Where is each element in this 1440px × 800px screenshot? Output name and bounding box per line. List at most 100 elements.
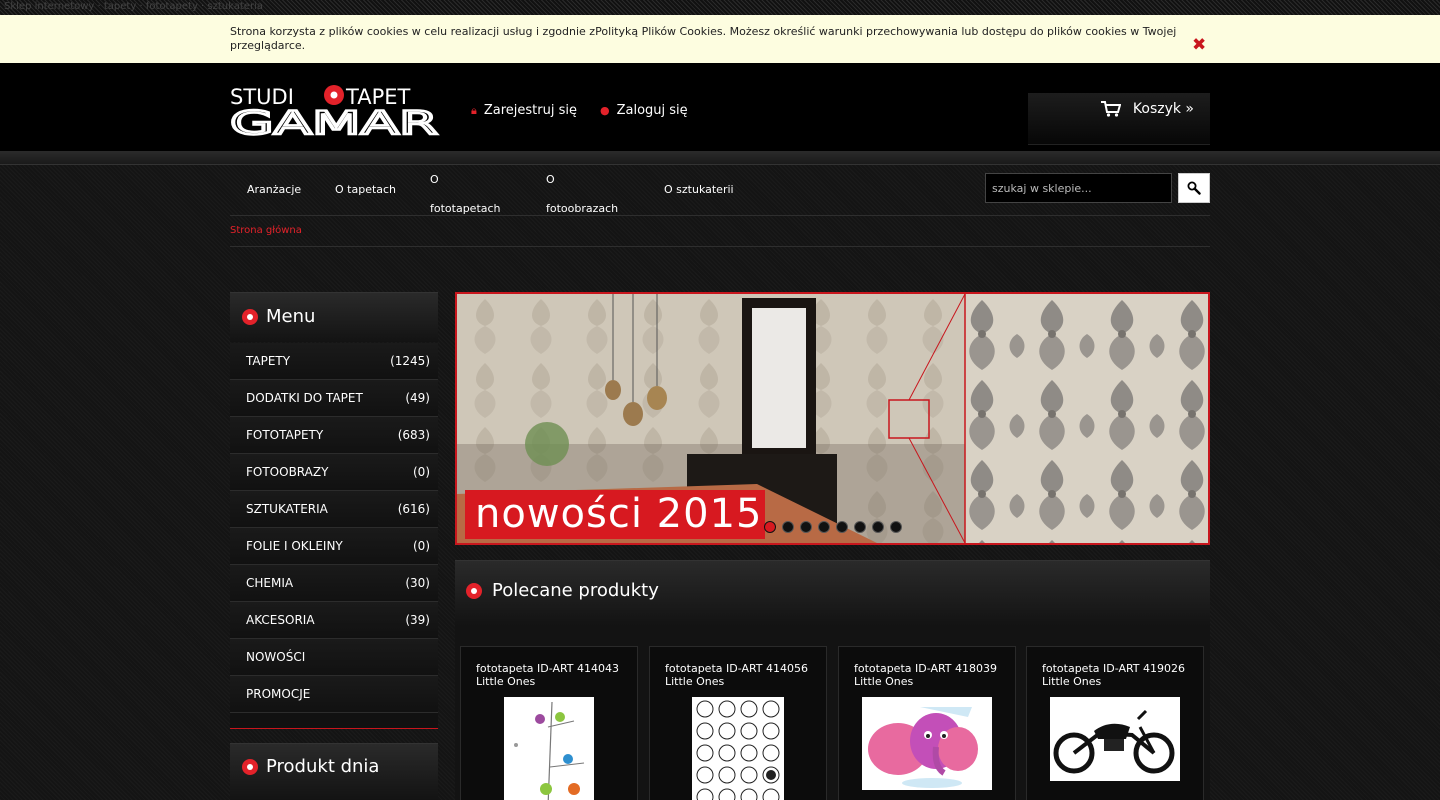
product-card[interactable]: fototapeta ID-ART 419026 Little Ones [1026,646,1204,800]
slider-dot[interactable] [854,521,866,533]
close-icon[interactable]: ✖ [1192,37,1206,54]
menu-item-label: PROMOCJE [246,687,311,701]
menu-item-nowosci[interactable]: NOWOŚCI [230,639,438,676]
menu-item-label: FOTOOBRAZY [246,465,329,479]
menu-item-count: (49) [405,391,430,405]
logo[interactable]: STUDI TAPET GAMAR [230,83,440,139]
slider-dot[interactable] [818,521,830,533]
cart-box[interactable]: Koszyk » [1028,93,1210,145]
nav-item-o-tapetach[interactable]: O tapetach [335,175,396,204]
bullet-icon [242,758,258,775]
menu-item-count: (0) [413,465,430,479]
hero-banner[interactable]: nowości 2015 [455,292,1210,545]
cart-label: Koszyk » [1132,101,1194,117]
product-image[interactable] [692,697,784,800]
slider-dot[interactable] [872,521,884,533]
featured-title: Polecane produkty [466,580,659,601]
featured-title-text: Polecane produkty [492,580,659,601]
product-of-day-title-text: Produkt dnia [266,756,380,777]
nav-item-o-fotoobrazach-line1: O [546,173,555,186]
birds-tree-image [514,701,585,800]
menu-item-akcesoria[interactable]: AKCESORIA (39) [230,602,438,639]
cart-button[interactable]: Koszyk » [1100,101,1194,117]
product-card[interactable]: fototapeta ID-ART 414056 Little Ones [649,646,827,800]
menu-item-label: TAPETY [246,354,291,368]
register-link[interactable]: 🔒︎ Zarejestruj się [471,103,577,118]
cookie-policy-link[interactable]: Polityką Plików Cookies [595,25,723,38]
bullet-icon [242,308,258,325]
menu-footer [230,713,438,729]
menu-item-label: SZTUKATERIA [246,502,328,516]
cookie-message: Strona korzysta z plików cookies w celu … [230,25,1185,53]
product-card[interactable]: fototapeta ID-ART 418039 Little Ones [838,646,1016,800]
menu-item-label: CHEMIA [246,576,294,590]
banner-caption: nowości 2015 [465,490,765,539]
menu-item-label: NOWOŚCI [246,650,306,664]
product-image[interactable] [862,697,992,790]
product-card[interactable]: fototapeta ID-ART 414043 Little Ones [460,646,638,800]
register-label: Zarejestruj się [483,103,577,118]
login-link[interactable]: ● Zaloguj się [600,103,688,118]
motorcycle-image [1053,709,1175,774]
menu-item-tapety[interactable]: TAPETY (1245) [230,343,438,380]
menu-item-chemia[interactable]: CHEMIA (30) [230,565,438,602]
product-title[interactable]: fototapeta ID-ART 418039 Little Ones [854,662,1014,688]
menu-title: Menu [242,306,315,327]
slider-dot[interactable] [800,521,812,533]
logo-line2: GAMAR [230,104,438,139]
login-label: Zaloguj się [616,103,688,118]
bullet-icon [466,582,482,599]
menu-item-count: (1245) [390,354,430,368]
product-title[interactable]: fototapeta ID-ART 419026 Little Ones [1042,662,1202,688]
slider-dot[interactable] [782,521,794,533]
lock-icon: 🔒︎ [471,103,477,117]
menu-item-count: (39) [405,613,430,627]
user-icon: ● [600,104,610,117]
product-title[interactable]: fototapeta ID-ART 414056 Little Ones [665,662,825,688]
menu-item-label: DODATKI DO TAPET [246,391,363,405]
search-input[interactable] [985,173,1172,203]
menu-item-label: FOTOTAPETY [246,428,324,442]
menu-item-folie-i-okleiny[interactable]: FOLIE I OKLEINY (0) [230,528,438,565]
menu-item-dodatki-do-tapet[interactable]: DODATKI DO TAPET (49) [230,380,438,417]
nav-item-aranzacje[interactable]: Aranżacje [247,175,301,204]
slider-pagination [764,521,902,533]
product-image[interactable] [1050,697,1180,781]
breadcrumb-home[interactable]: Strona główna [230,225,302,236]
search-button[interactable] [1178,173,1210,203]
top-strip-text: Sklep internetowy · tapety · fototapety … [4,1,263,12]
product-of-day-title: Produkt dnia [242,756,379,777]
divider [230,246,1210,247]
nav-item-o-fototapetach-line1: O [430,173,439,186]
menu-item-sztukateria[interactable]: SZTUKATERIA (616) [230,491,438,528]
pink-elephant-image [868,707,978,788]
slider-dot[interactable] [764,521,776,533]
product-image[interactable] [504,697,594,800]
nav-item-o-fotoobrazach-line2: fotoobrazach [546,202,619,215]
nav-band [0,151,1440,165]
search-icon [1187,181,1201,195]
cookie-text-before: Strona korzysta z plików cookies w celu … [230,25,596,38]
slider-dot[interactable] [836,521,848,533]
category-menu: TAPETY (1245) DODATKI DO TAPET (49) FOTOTA… [230,343,438,713]
animal-faces-image [696,700,780,800]
menu-item-fototapety[interactable]: FOTOTAPETY (683) [230,417,438,454]
nav-item-o-sztukaterii[interactable]: O sztukaterii [664,175,734,204]
menu-title-text: Menu [266,306,316,327]
menu-item-count: (0) [413,539,430,553]
menu-item-label: FOLIE I OKLEINY [246,539,343,553]
nav-item-o-fototapetach-line2: fototapetach [430,202,501,215]
menu-item-label: AKCESORIA [246,613,315,627]
cart-icon [1100,101,1121,117]
menu-item-count: (683) [397,428,430,442]
divider [230,215,1210,216]
menu-item-promocje[interactable]: PROMOCJE [230,676,438,713]
site-header: STUDI TAPET GAMAR 🔒︎ Zarejestruj się ● Z… [0,63,1440,151]
top-strip: Sklep internetowy · tapety · fototapety … [0,0,1440,15]
cookie-bar: Strona korzysta z plików cookies w celu … [0,15,1440,63]
slider-dot[interactable] [890,521,902,533]
menu-item-count: (30) [405,576,430,590]
product-title[interactable]: fototapeta ID-ART 414043 Little Ones [476,662,636,688]
menu-item-fotoobrazy[interactable]: FOTOOBRAZY (0) [230,454,438,491]
menu-item-count: (616) [397,502,430,516]
